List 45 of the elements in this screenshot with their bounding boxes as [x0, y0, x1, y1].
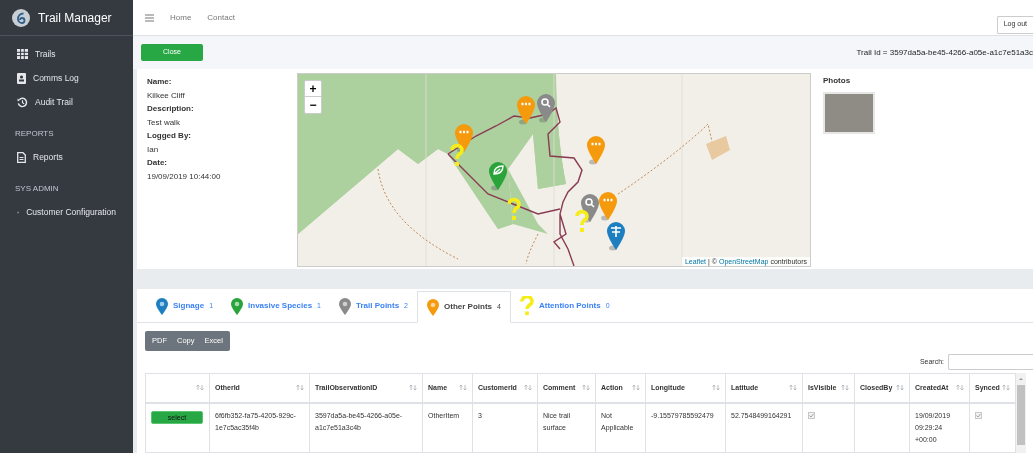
- photo-placeholder[interactable]: [823, 92, 875, 134]
- contact-card-icon: [17, 72, 26, 84]
- search-field[interactable]: [948, 354, 1033, 370]
- field-value: Test walk: [147, 116, 181, 129]
- sort-icon[interactable]: [956, 384, 964, 392]
- sidebar-item[interactable]: Comms Log: [0, 66, 133, 90]
- sort-icon[interactable]: [296, 384, 304, 392]
- sidebar-item[interactable]: Customer Configuration: [0, 200, 133, 224]
- photos-heading: Photos: [823, 75, 852, 87]
- field-label: Name:: [147, 76, 173, 88]
- section-heading: SYS ADMIN: [14, 183, 60, 195]
- section-heading: REPORTS: [14, 128, 55, 140]
- field-value: 19/09/2019 10:44:00: [147, 170, 222, 183]
- history-icon: [17, 96, 28, 108]
- logo-icon: [12, 8, 30, 27]
- field-value: Kilkee Cliff: [147, 89, 186, 102]
- zoom-out-button[interactable]: −: [305, 97, 321, 113]
- field-label: Logged By:: [147, 130, 192, 142]
- menu-icon[interactable]: [145, 13, 154, 22]
- file-icon: [17, 151, 26, 163]
- nav-link[interactable]: Contact: [207, 11, 235, 24]
- sort-icon[interactable]: [582, 384, 590, 392]
- sort-icon[interactable]: [841, 384, 849, 392]
- trail-id-text: Trail Id = 3597da5a-be45-4266-a05e-a1c7e51a3c: [856, 46, 1033, 59]
- field-label: Date:: [147, 157, 168, 169]
- scroll-up-icon[interactable]: [1018, 376, 1024, 382]
- nav-link[interactable]: Home: [170, 11, 192, 24]
- sidebar-item[interactable]: Trails: [0, 42, 133, 66]
- sort-icon[interactable]: [632, 384, 640, 392]
- brand-title[interactable]: Trail Manager: [38, 8, 112, 27]
- sort-icon[interactable]: [524, 384, 532, 392]
- field-label: Description:: [147, 103, 195, 115]
- sort-icon[interactable]: [459, 384, 467, 392]
- sidebar-item[interactable]: Audit Trail: [0, 90, 133, 114]
- scrollbar[interactable]: [1016, 373, 1026, 453]
- sort-icon[interactable]: [896, 384, 904, 392]
- sort-icon[interactable]: [409, 384, 417, 392]
- grid-icon: [17, 49, 28, 59]
- sidebar-item[interactable]: Reports: [0, 145, 133, 169]
- field-value: Ian: [147, 143, 160, 156]
- sort-icon[interactable]: [712, 384, 720, 392]
- sort-icon[interactable]: [1002, 384, 1010, 392]
- zoom-in-button[interactable]: +: [305, 81, 321, 97]
- sort-icon[interactable]: [789, 384, 797, 392]
- sort-icon[interactable]: [196, 384, 204, 392]
